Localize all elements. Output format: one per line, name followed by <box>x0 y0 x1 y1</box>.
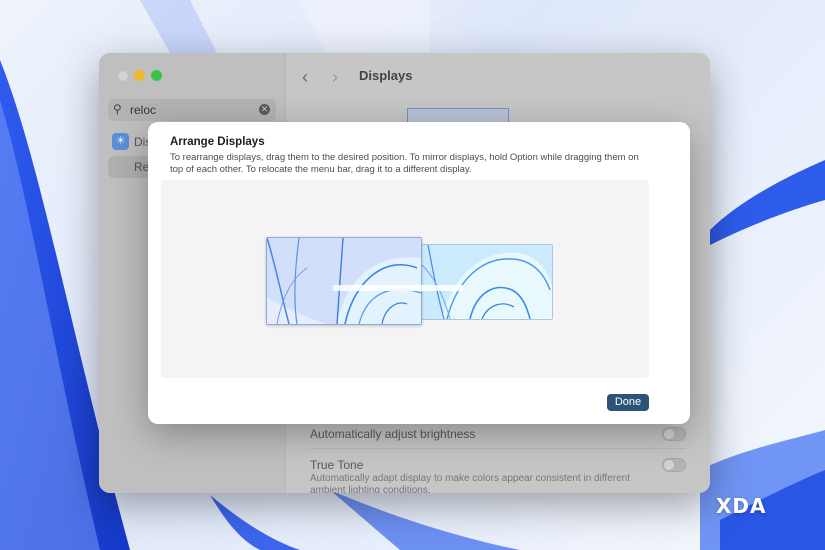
page-title: Displays <box>359 68 413 83</box>
auto-brightness-toggle[interactable] <box>662 427 686 441</box>
auto-brightness-label: Automatically adjust brightness <box>310 427 476 441</box>
display-arrangement-area[interactable] <box>161 180 649 378</box>
divider <box>310 448 686 449</box>
search-input[interactable]: reloc <box>130 103 156 117</box>
chevron-right-icon[interactable]: › <box>332 67 338 88</box>
sidebar-search-field[interactable]: ⚲ reloc ✕ <box>108 99 276 121</box>
main-display[interactable] <box>266 237 422 325</box>
true-tone-label: True Tone <box>310 458 364 472</box>
dialog-description: To rearrange displays, drag them to the … <box>170 152 639 175</box>
xda-logo: XDA <box>716 494 767 518</box>
secondary-display[interactable] <box>421 244 553 320</box>
maximize-window-button[interactable] <box>151 70 162 81</box>
dialog-title: Arrange Displays <box>170 136 265 148</box>
display-icon: ☀ <box>112 133 129 150</box>
arrange-displays-dialog: Arrange Displays To rearrange displays, … <box>148 122 690 424</box>
true-tone-toggle[interactable] <box>662 458 686 472</box>
true-tone-description: Automatically adapt display to make colo… <box>310 473 630 493</box>
done-button[interactable]: Done <box>607 394 649 411</box>
search-icon: ⚲ <box>113 102 122 116</box>
minimize-window-button[interactable] <box>134 70 145 81</box>
menu-bar-handle[interactable] <box>333 285 463 291</box>
chevron-left-icon[interactable]: ‹ <box>302 67 308 88</box>
close-window-button[interactable] <box>117 70 129 82</box>
clear-icon[interactable]: ✕ <box>259 104 270 115</box>
